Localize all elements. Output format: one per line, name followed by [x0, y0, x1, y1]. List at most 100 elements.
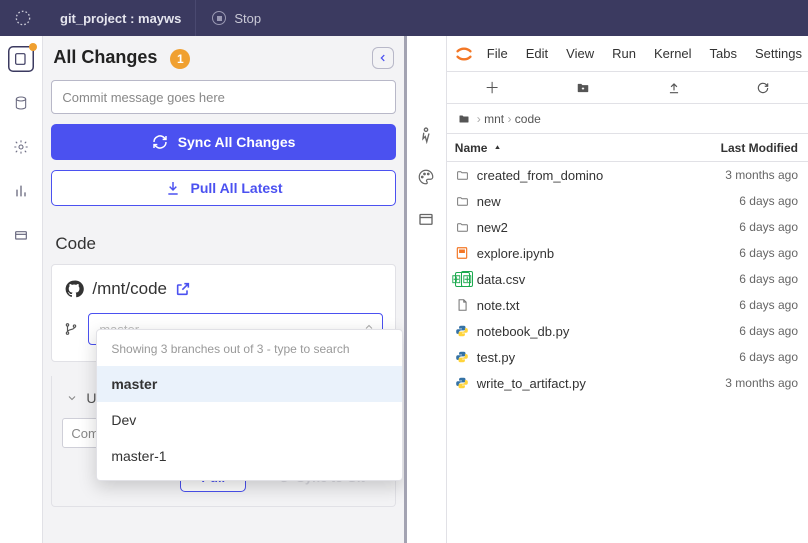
- jupyter-logo-icon: [449, 39, 479, 69]
- breadcrumb[interactable]: › mnt › code: [447, 104, 808, 134]
- file-row[interactable]: new2 6 days ago: [447, 214, 808, 240]
- file-row[interactable]: new 6 days ago: [447, 188, 808, 214]
- jupyter-menubar: File Edit View Run Kernel Tabs Settings: [447, 36, 808, 72]
- branch-dropdown-hint: Showing 3 branches out of 3 - type to se…: [97, 336, 401, 366]
- csv-icon: [455, 272, 470, 287]
- file-toolbar: ＋: [447, 72, 808, 104]
- breadcrumb-code[interactable]: code: [511, 112, 540, 126]
- file-modified: 6 days ago: [688, 324, 808, 338]
- file-name: created_from_domino: [477, 168, 603, 183]
- sync-all-label: Sync All Changes: [178, 134, 296, 150]
- file-row[interactable]: write_to_artifact.py 3 months ago: [447, 370, 808, 396]
- breadcrumb-mnt[interactable]: mnt: [481, 112, 508, 126]
- branch-option-dev[interactable]: Dev: [97, 402, 401, 438]
- file-modified: 3 months ago: [688, 376, 808, 390]
- file-modified: 6 days ago: [688, 246, 808, 260]
- file-modified: 6 days ago: [688, 194, 808, 208]
- file-modified: 3 months ago: [688, 168, 808, 182]
- changes-header: All Changes 1: [43, 36, 403, 80]
- file-name: explore.ipynb: [477, 246, 554, 261]
- refresh-button[interactable]: [756, 81, 770, 95]
- txt-icon: [455, 298, 470, 313]
- jupyter-activity-bar: [407, 36, 447, 543]
- file-name: data.csv: [477, 272, 525, 287]
- file-table: Name Last Modified created_from_domino 3 …: [447, 134, 808, 396]
- menu-settings[interactable]: Settings: [755, 46, 802, 61]
- pull-all-button[interactable]: Pull All Latest: [51, 170, 395, 206]
- folder-root-icon[interactable]: [457, 113, 471, 125]
- file-name: new2: [477, 220, 508, 235]
- project-name[interactable]: git_project : mayws: [46, 0, 195, 36]
- file-row[interactable]: note.txt 6 days ago: [447, 292, 808, 318]
- file-name: new: [477, 194, 501, 209]
- palette-icon[interactable]: [417, 168, 435, 186]
- commit-message-input[interactable]: [51, 80, 395, 114]
- menu-run[interactable]: Run: [612, 46, 636, 61]
- running-icon[interactable]: [417, 126, 435, 144]
- sidebar-data-icon[interactable]: [8, 90, 34, 116]
- branch-dropdown: Showing 3 branches out of 3 - type to se…: [96, 329, 402, 481]
- file-modified: 6 days ago: [688, 298, 808, 312]
- folder-tab-icon[interactable]: [417, 210, 435, 228]
- collapse-panel-button[interactable]: [372, 47, 394, 69]
- file-row[interactable]: notebook_db.py 6 days ago: [447, 318, 808, 344]
- menu-edit[interactable]: Edit: [526, 46, 548, 61]
- github-icon: [64, 279, 84, 299]
- changes-badge-dot: [29, 43, 37, 51]
- sidebar-stats-icon[interactable]: [8, 178, 34, 204]
- file-name: test.py: [477, 350, 515, 365]
- py-icon: [455, 350, 470, 365]
- code-path-text: /mnt/code: [92, 279, 167, 299]
- code-card: /mnt/code Showing 3 branches out o: [51, 264, 395, 362]
- menu-file[interactable]: File: [487, 46, 508, 61]
- ipynb-icon: [455, 246, 470, 261]
- file-modified: 6 days ago: [688, 220, 808, 234]
- sync-all-button[interactable]: Sync All Changes: [51, 124, 395, 160]
- file-row[interactable]: test.py 6 days ago: [447, 344, 808, 370]
- col-name-label: Name: [455, 141, 488, 155]
- file-name: notebook_db.py: [477, 324, 570, 339]
- py-icon: [455, 324, 470, 339]
- branch-option-master-1[interactable]: master-1: [97, 438, 401, 474]
- code-section-label: Code: [43, 216, 403, 264]
- menu-row: File Edit View Run Kernel Tabs Settings: [479, 46, 802, 61]
- branch-option-master[interactable]: master: [97, 366, 401, 402]
- sidebar-git-icon[interactable]: [8, 46, 34, 72]
- file-modified: 6 days ago: [688, 272, 808, 286]
- jupyter-panel: FileEditViewRunKernelTabsSettings ＋ › mn: [407, 36, 808, 543]
- stop-label: Stop: [234, 11, 261, 26]
- file-table-header[interactable]: Name Last Modified: [447, 134, 808, 162]
- changes-count-badge: 1: [170, 49, 190, 69]
- branch-icon: [64, 322, 78, 336]
- code-path-row: /mnt/code: [64, 279, 382, 299]
- new-folder-button[interactable]: [575, 81, 591, 95]
- folder-icon: [455, 220, 470, 235]
- col-modified-label: Last Modified: [688, 141, 808, 155]
- pull-all-label: Pull All Latest: [191, 180, 283, 196]
- file-row[interactable]: data.csv 6 days ago: [447, 266, 808, 292]
- py-icon: [455, 376, 470, 391]
- left-icon-bar: [0, 36, 43, 543]
- menu-kernel[interactable]: Kernel: [654, 46, 692, 61]
- upload-button[interactable]: [667, 81, 681, 95]
- app-logo-icon: [0, 0, 46, 36]
- stop-button[interactable]: Stop: [195, 0, 277, 36]
- changes-title: All Changes 1: [53, 47, 190, 69]
- top-bar: git_project : mayws Stop: [0, 0, 808, 36]
- sidebar-settings-icon[interactable]: [8, 134, 34, 160]
- sidebar-card-icon[interactable]: [8, 222, 34, 248]
- file-row[interactable]: created_from_domino 3 months ago: [447, 162, 808, 188]
- file-name: write_to_artifact.py: [477, 376, 586, 391]
- menu-view[interactable]: View: [566, 46, 594, 61]
- folder-icon: [455, 194, 470, 209]
- changes-panel: All Changes 1 Sync All Changes Pull All …: [43, 36, 406, 543]
- file-name: note.txt: [477, 298, 520, 313]
- file-modified: 6 days ago: [688, 350, 808, 364]
- menu-tabs[interactable]: Tabs: [710, 46, 737, 61]
- file-row[interactable]: explore.ipynb 6 days ago: [447, 240, 808, 266]
- open-external-icon[interactable]: [175, 281, 191, 297]
- folder-icon: [455, 168, 470, 183]
- new-item-button[interactable]: ＋: [485, 77, 500, 98]
- stop-icon: [212, 11, 226, 25]
- sort-asc-icon: [493, 143, 502, 152]
